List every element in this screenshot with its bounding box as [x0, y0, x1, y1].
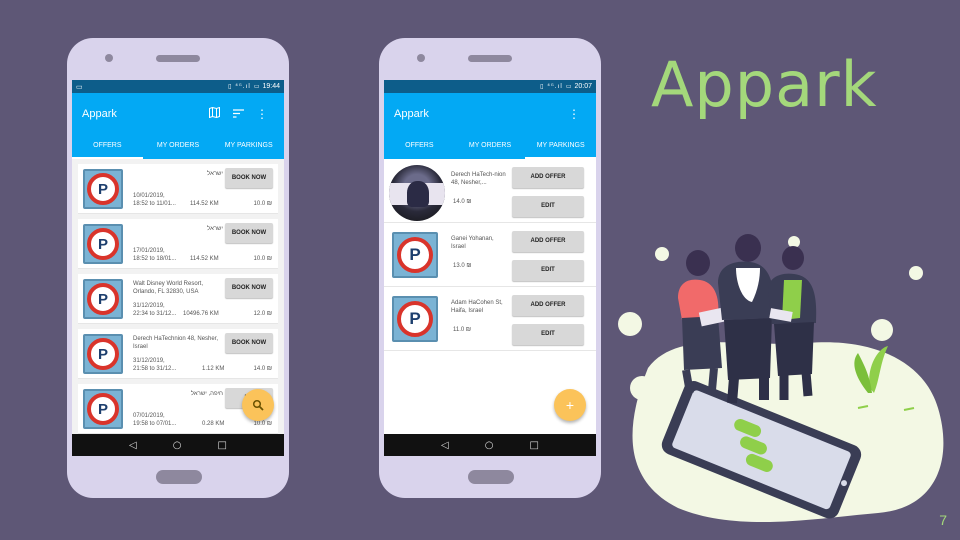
- more-vert-icon[interactable]: ⋮: [250, 107, 274, 121]
- recents-icon[interactable]: □: [529, 440, 538, 451]
- offer-dates: 10/01/2019, 18:52 to 11/01...: [133, 193, 176, 207]
- phone-camera: [105, 54, 113, 62]
- status-time: 20:07: [574, 83, 592, 90]
- app-title: Appark: [394, 108, 429, 120]
- edit-button[interactable]: EDIT: [512, 324, 584, 345]
- tab-my-parkings[interactable]: MY PARKINGS: [525, 135, 596, 159]
- parking-address: Adam HaCohen St, Haifa, Israel: [451, 300, 503, 314]
- offer-distance: 10496.76 KM: [183, 311, 219, 317]
- brand-title: Appark: [651, 48, 878, 121]
- app-screen-offers: ▭ ▯ ⁴ᴳ.ıl ▭ 19:44 Appark ⋮ OFFERS MY ORD…: [72, 80, 284, 456]
- plus-icon: +: [565, 397, 575, 413]
- app-title: Appark: [82, 108, 117, 120]
- sort-icon[interactable]: [226, 107, 250, 121]
- tab-my-parkings[interactable]: MY PARKINGS: [213, 135, 284, 159]
- offer-dates: 07/01/2019, 19:58 to 07/01...: [133, 413, 177, 427]
- app-bar: Appark ⋮: [384, 93, 596, 135]
- search-fab[interactable]: [242, 389, 274, 421]
- offer-dates: 31/12/2019, 22:34 to 31/12...: [133, 303, 177, 317]
- parking-card[interactable]: P Ganei Yohanan, Israel 13.0 ₪ ADD OFFER…: [384, 223, 596, 287]
- parking-sign-icon: P: [83, 389, 123, 429]
- offer-distance: 114.52 KM: [190, 201, 219, 207]
- tab-offers[interactable]: OFFERS: [72, 135, 143, 159]
- phone-camera: [417, 54, 425, 62]
- parking-sign-icon: P: [83, 279, 123, 319]
- book-now-button[interactable]: BOOK NOW: [225, 278, 273, 298]
- page-number: 7: [939, 512, 947, 528]
- phone-mockup-my-parkings: ▯ ⁴ᴳ.ıl ▭ 20:07 Appark ⋮ OFFERS MY ORDER…: [379, 38, 601, 498]
- add-parking-fab[interactable]: +: [554, 389, 586, 421]
- offer-card[interactable]: P ישראל 17/01/2019, 18:52 to 18/01... 114…: [78, 219, 278, 269]
- book-now-button[interactable]: BOOK NOW: [225, 168, 273, 188]
- people-with-phone-illustration: [618, 234, 944, 523]
- map-icon[interactable]: [202, 106, 226, 121]
- offer-distance: 1.12 KM: [202, 366, 225, 372]
- book-now-button[interactable]: BOOK NOW: [225, 223, 273, 243]
- add-offer-button[interactable]: ADD OFFER: [512, 231, 584, 252]
- tab-offers[interactable]: OFFERS: [384, 135, 455, 159]
- offer-address: Derech HaTechnion 48, Nesher, Israel: [133, 336, 219, 350]
- app-bar: Appark ⋮: [72, 93, 284, 135]
- offer-card[interactable]: P ישראל 10/01/2019, 18:52 to 11/01... 114…: [78, 164, 278, 214]
- parking-sign-icon: P: [83, 334, 123, 374]
- tab-my-orders[interactable]: MY ORDERS: [455, 135, 526, 159]
- recents-icon[interactable]: □: [217, 440, 226, 451]
- status-bar: ▭ ▯ ⁴ᴳ.ıl ▭ 19:44: [72, 80, 284, 93]
- parking-address: Derech HaTech-nion 48, Nesher,...: [451, 172, 506, 186]
- offer-address: ישראל: [207, 226, 223, 232]
- parking-sign-icon: P: [392, 232, 438, 278]
- tab-bar: OFFERS MY ORDERS MY PARKINGS: [384, 135, 596, 159]
- status-bar: ▯ ⁴ᴳ.ıl ▭ 20:07: [384, 80, 596, 93]
- phone-home-button: [468, 470, 514, 484]
- parking-address: Ganei Yohanan, Israel: [451, 236, 494, 250]
- parking-card[interactable]: Derech HaTech-nion 48, Nesher,... 14.0 ₪…: [384, 159, 596, 223]
- status-icons: ▯ ⁴ᴳ.ıl ▭: [540, 83, 573, 90]
- parking-card[interactable]: P Adam HaCohen St, Haifa, Israel 11.0 ₪ …: [384, 287, 596, 351]
- parking-sign-icon: P: [392, 296, 438, 342]
- phone-speaker: [468, 55, 512, 62]
- parking-price: 13.0 ₪: [453, 263, 472, 269]
- add-offer-button[interactable]: ADD OFFER: [512, 295, 584, 316]
- add-offer-button[interactable]: ADD OFFER: [512, 167, 584, 188]
- back-icon[interactable]: ◁: [441, 440, 449, 451]
- offer-card[interactable]: P Derech HaTechnion 48, Nesher, Israel 3…: [78, 329, 278, 379]
- android-nav-bar: ◁ ○ □: [72, 434, 284, 456]
- edit-button[interactable]: EDIT: [512, 196, 584, 217]
- offer-price: 10.0 ₪: [253, 256, 272, 262]
- parking-sign-icon: P: [83, 224, 123, 264]
- offer-price: 10.0 ₪: [253, 201, 272, 207]
- offer-address: Walt Disney World Resort, Orlando, FL 32…: [133, 281, 204, 295]
- phone-home-button: [156, 470, 202, 484]
- offer-price: 12.0 ₪: [253, 311, 272, 317]
- tab-bar: OFFERS MY ORDERS MY PARKINGS: [72, 135, 284, 159]
- more-vert-icon[interactable]: ⋮: [562, 107, 586, 121]
- home-icon[interactable]: ○: [173, 440, 182, 451]
- tab-my-orders[interactable]: MY ORDERS: [143, 135, 214, 159]
- phone-mockup-offers: ▭ ▯ ⁴ᴳ.ıl ▭ 19:44 Appark ⋮ OFFERS MY ORD…: [67, 38, 289, 498]
- status-time: 19:44: [262, 83, 280, 90]
- search-icon: [252, 399, 264, 411]
- screen-icon: ▭: [76, 83, 83, 91]
- parking-price: 14.0 ₪: [453, 199, 472, 205]
- phone-speaker: [156, 55, 200, 62]
- edit-button[interactable]: EDIT: [512, 260, 584, 281]
- offer-dates: 17/01/2019, 18:52 to 18/01...: [133, 248, 177, 262]
- status-icons: ▯ ⁴ᴳ.ıl ▭: [228, 83, 261, 90]
- offer-price: 10.0 ₪: [253, 421, 272, 427]
- home-icon[interactable]: ○: [485, 440, 494, 451]
- parking-sign-icon: P: [83, 169, 123, 209]
- offer-address: חיפה, ישראל: [190, 391, 223, 397]
- offer-distance: 0.28 KM: [202, 421, 225, 427]
- android-nav-bar: ◁ ○ □: [384, 434, 596, 456]
- back-icon[interactable]: ◁: [129, 440, 137, 451]
- offer-address: ישראל: [207, 171, 223, 177]
- app-screen-my-parkings: ▯ ⁴ᴳ.ıl ▭ 20:07 Appark ⋮ OFFERS MY ORDER…: [384, 80, 596, 456]
- offer-distance: 114.52 KM: [190, 256, 219, 262]
- offer-dates: 31/12/2019, 21:58 to 31/12...: [133, 358, 177, 372]
- book-now-button[interactable]: BOOK NOW: [225, 333, 273, 353]
- parking-price: 11.0 ₪: [453, 327, 471, 333]
- parking-photo: [389, 165, 445, 221]
- offer-price: 14.0 ₪: [253, 366, 272, 372]
- offer-card[interactable]: P Walt Disney World Resort, Orlando, FL …: [78, 274, 278, 324]
